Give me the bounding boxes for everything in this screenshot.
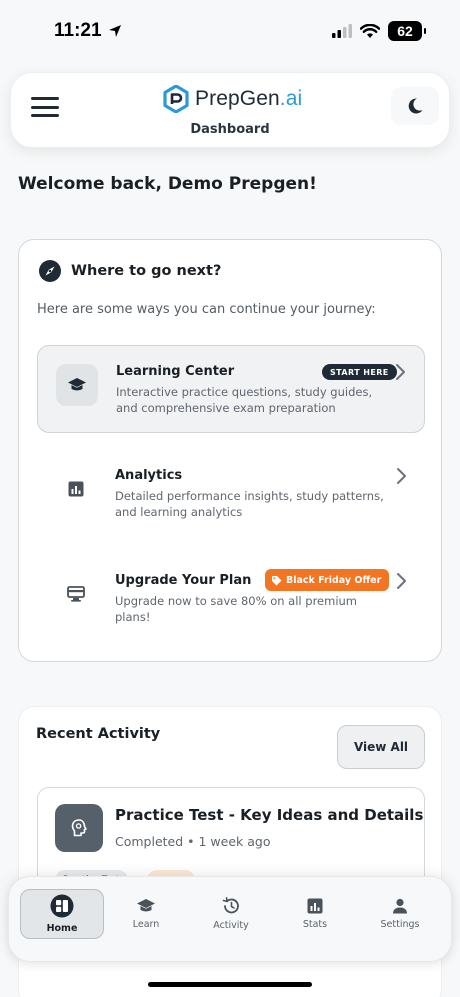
analytics-icon	[55, 468, 97, 510]
welcome-heading: Welcome back, Demo Prepgen!	[18, 174, 317, 194]
signal-icon	[332, 24, 352, 38]
nav-label: Activity	[213, 920, 249, 931]
option-title: Upgrade Your Plan	[115, 573, 252, 588]
chevron-right-icon	[397, 573, 406, 589]
view-all-button[interactable]: View All	[337, 725, 425, 769]
user-icon	[393, 898, 407, 914]
stats-icon	[307, 898, 323, 914]
recent-activity-title: Recent Activity	[36, 726, 161, 742]
option-learning-center[interactable]: Learning Center START HERE Interactive p…	[37, 345, 425, 433]
wifi-icon	[360, 23, 380, 38]
bottom-navigation: Home Learn Activity Stats Settings	[8, 876, 452, 962]
option-title: Learning Center	[116, 364, 235, 379]
chevron-right-icon	[396, 364, 405, 380]
next-card-title: Where to go next?	[71, 263, 222, 279]
option-analytics[interactable]: Analytics Detailed performance insights,…	[37, 450, 425, 538]
where-to-go-next-card: Where to go next? Here are some ways you…	[18, 239, 442, 662]
status-time: 11:21	[54, 20, 122, 42]
start-here-badge: START HERE	[322, 364, 397, 380]
page-title: Dashboard	[190, 122, 270, 137]
activity-meta: Completed • 1 week ago	[115, 834, 271, 849]
graduation-cap-icon	[56, 364, 98, 406]
prepgen-logo-icon	[163, 85, 189, 113]
chevron-right-icon	[397, 468, 406, 484]
moon-icon	[408, 98, 423, 114]
status-bar: 11:21 62	[0, 0, 460, 62]
status-indicators: 62	[332, 21, 426, 41]
next-card-description: Here are some ways you can continue your…	[37, 302, 376, 317]
nav-label: Stats	[302, 919, 328, 930]
nav-item-learn[interactable]: Learn	[104, 889, 188, 939]
app-header: PrepGen.ai Dashboard	[10, 72, 450, 148]
nav-item-stats[interactable]: Stats	[273, 889, 357, 939]
brand-accent-text: .ai	[279, 87, 303, 110]
monitor-card-icon	[55, 573, 97, 615]
brand-name: PrepGen.ai	[195, 87, 302, 111]
compass-icon	[39, 260, 61, 282]
home-grid-icon	[50, 894, 74, 918]
black-friday-badge: Black Friday Offer	[265, 569, 390, 591]
tag-icon	[272, 575, 282, 585]
nav-item-settings[interactable]: Settings	[358, 889, 442, 939]
badge-label: Black Friday Offer	[286, 574, 382, 586]
brand-logo[interactable]: PrepGen.ai	[163, 85, 302, 113]
history-icon	[222, 897, 239, 914]
location-arrow-icon	[108, 25, 121, 37]
theme-toggle-button[interactable]	[391, 87, 439, 125]
activity-title: Practice Test - Key Ideas and Details	[115, 806, 424, 824]
nav-label: Learn	[132, 919, 160, 930]
nav-item-home[interactable]: Home	[20, 889, 104, 939]
brand-main-text: PrepGen	[195, 87, 280, 110]
option-description: Upgrade now to save 80% on all premium p…	[115, 594, 358, 624]
option-description: Interactive practice questions, study gu…	[116, 385, 373, 415]
nav-label: Settings	[380, 919, 420, 930]
clock-text: 11:21	[54, 20, 102, 41]
home-indicator[interactable]	[148, 982, 312, 987]
next-card-header: Where to go next?	[39, 260, 221, 282]
hamburger-menu-icon[interactable]	[31, 95, 59, 119]
option-title: Analytics	[115, 468, 183, 483]
battery-indicator: 62	[388, 21, 426, 41]
nav-item-activity[interactable]: Activity	[189, 889, 273, 939]
option-description: Detailed performance insights, study pat…	[115, 489, 384, 519]
option-upgrade-plan[interactable]: Upgrade Your Plan Black Friday Offer Upg…	[37, 555, 425, 647]
graduation-cap-icon	[137, 899, 155, 912]
nav-label: Home	[46, 923, 78, 934]
brain-head-icon	[55, 804, 103, 852]
